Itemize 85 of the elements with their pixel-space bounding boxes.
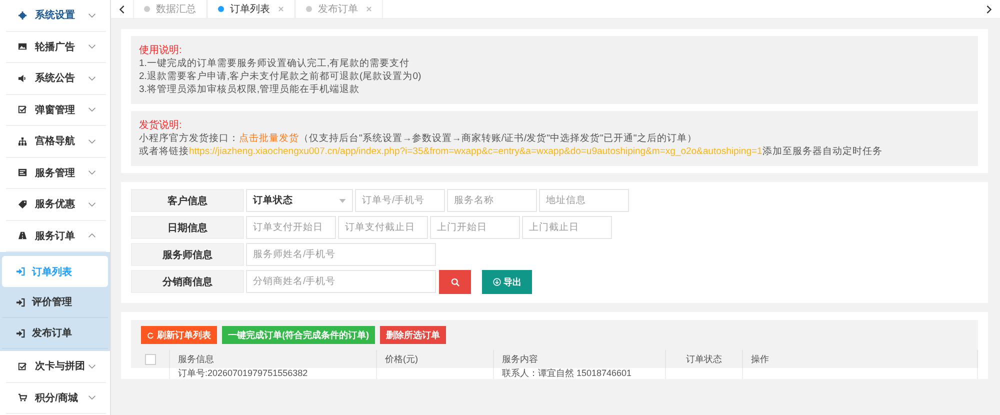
tag-icon xyxy=(18,200,27,209)
sidebar-item-label: 服务订单 xyxy=(35,230,76,243)
sidebar-item-label: 系统公告 xyxy=(35,72,76,86)
chevron-icon xyxy=(88,138,96,144)
sidebar-item[interactable]: 系统公告 xyxy=(6,63,106,94)
input-field[interactable]: 订单号/手机号 xyxy=(355,189,445,212)
sitemap-icon xyxy=(18,136,27,146)
check-icon xyxy=(18,105,27,114)
filter-label: 日期信息 xyxy=(131,216,244,239)
filter-label: 分销商信息 xyxy=(131,270,244,293)
notice-text: 或者将链接https://jiazheng.xiaochengxu007.cn/app/index.php?i=35&from=wxapp&c=entry&a=wxapp&do=u9autoshiping&m=xg_o2o&autoshiping=1添加至服务器自动定时任务 xyxy=(139,145,884,158)
sidebar-item[interactable]: 积分/商城 xyxy=(6,382,106,414)
sidebar-item-label: 服务优惠 xyxy=(35,198,76,212)
input-field[interactable]: 分销商姓名/手机号 xyxy=(246,270,436,293)
notice-text: 小程序官方发货接口：点击批量发货（仅支持后台"系统设置→参数设置→商家转账/证书/发货"中选择发货"已开通"之后的订单） xyxy=(139,132,698,145)
sidebar-item[interactable]: 弹窗管理 xyxy=(6,94,106,126)
sidebar-item[interactable]: 次卡与拼团 xyxy=(6,351,106,382)
chevron-icon xyxy=(88,233,96,238)
export-button[interactable]: 导出 xyxy=(482,270,532,294)
close-icon[interactable] xyxy=(278,6,284,12)
notice-title: 使用说明: xyxy=(139,44,183,57)
cart-icon xyxy=(18,393,27,402)
status-select[interactable]: 订单状态 xyxy=(246,189,353,212)
table-cell: 联系人：谭宜自然 15018746601 xyxy=(502,368,632,378)
submenu-label: 订单列表 xyxy=(32,266,72,278)
sidebar-item-label: 宫格导航 xyxy=(35,134,76,148)
check-icon xyxy=(18,362,27,371)
sidebar-item-label: 弹窗管理 xyxy=(35,104,76,117)
sidebar-item-label: 次卡与拼团 xyxy=(35,360,86,374)
sign-in-icon xyxy=(16,328,25,338)
column-header: 服务内容 xyxy=(502,354,538,364)
refresh-icon xyxy=(147,332,154,338)
sidebar-item[interactable]: 系统设置 xyxy=(6,0,106,32)
search-button[interactable] xyxy=(439,270,471,294)
chevron-icon xyxy=(88,76,96,81)
chevron-icon xyxy=(88,202,96,207)
sidebar-item-label: 轮播广告 xyxy=(35,40,76,54)
toolbar-button[interactable]: 删除所选订单 xyxy=(380,326,446,344)
column-header: 价格(元) xyxy=(385,354,418,364)
input-field[interactable]: 上门开始日 xyxy=(430,216,520,239)
column-header: 服务信息 xyxy=(178,354,214,364)
speaker-icon xyxy=(18,74,27,83)
checkbox[interactable] xyxy=(144,354,156,365)
chevron-icon xyxy=(88,170,96,176)
sidebar-item[interactable]: 服务优惠 xyxy=(6,189,106,220)
sidebar-item[interactable]: 服务管理 xyxy=(6,158,106,189)
input-field[interactable]: 上门截止日 xyxy=(522,216,612,239)
submenu-item[interactable]: 评价管理 xyxy=(2,287,108,318)
sidebar-item-label: 服务管理 xyxy=(35,166,76,180)
list-icon xyxy=(18,168,27,178)
filter-label: 客户信息 xyxy=(131,189,244,212)
caret-icon xyxy=(339,198,346,202)
submenu-item[interactable]: 发布订单 xyxy=(2,318,108,349)
notice-text: 2.退款需要客户申请,客户未支付尾款之前都可退款(尾款设置为0) xyxy=(139,70,422,83)
download-icon xyxy=(492,278,500,286)
image-icon xyxy=(18,42,27,52)
sidebar-item-label: 积分/商城 xyxy=(35,391,79,405)
notice-title: 发货说明: xyxy=(139,119,183,132)
sidebar-item-label: 系统设置 xyxy=(35,8,76,22)
filter-label: 服务师信息 xyxy=(131,243,244,266)
table-cell: 订单号:20260701979751556382 xyxy=(178,368,308,378)
chevron-icon xyxy=(88,44,96,50)
road-icon xyxy=(18,231,27,240)
sign-in-icon xyxy=(16,267,25,276)
column-header: 订单状态 xyxy=(686,354,722,364)
sidebar-item[interactable]: 宫格导航 xyxy=(6,126,106,158)
chevron-icon xyxy=(88,395,96,400)
sidebar-item[interactable]: 轮播广告 xyxy=(6,32,106,63)
chevron-icon xyxy=(88,107,96,112)
submenu-label: 评价管理 xyxy=(32,296,72,309)
input-field[interactable]: 订单支付开始日 xyxy=(246,216,336,239)
close-icon[interactable] xyxy=(366,6,372,12)
chevron-icon xyxy=(88,364,96,369)
input-field[interactable]: 订单支付截止日 xyxy=(338,216,428,239)
notice-text: 1.一键完成的订单需要服务师设置确认完工,有尾款的需要支付 xyxy=(139,57,411,70)
input-field[interactable]: 地址信息 xyxy=(539,189,629,212)
chevron-icon xyxy=(88,12,96,18)
submenu-label: 发布订单 xyxy=(32,326,72,340)
input-field[interactable]: 服务名称 xyxy=(447,189,537,212)
sign-in-icon xyxy=(16,298,25,306)
input-field[interactable]: 服务师姓名/手机号 xyxy=(246,243,436,266)
notice-text: 3.将管理员添加审核员权限,管理员能在手机端退款 xyxy=(139,83,361,96)
tab[interactable]: 订单列表 xyxy=(207,0,295,18)
column-header: 操作 xyxy=(751,354,769,364)
search-icon xyxy=(450,278,460,286)
